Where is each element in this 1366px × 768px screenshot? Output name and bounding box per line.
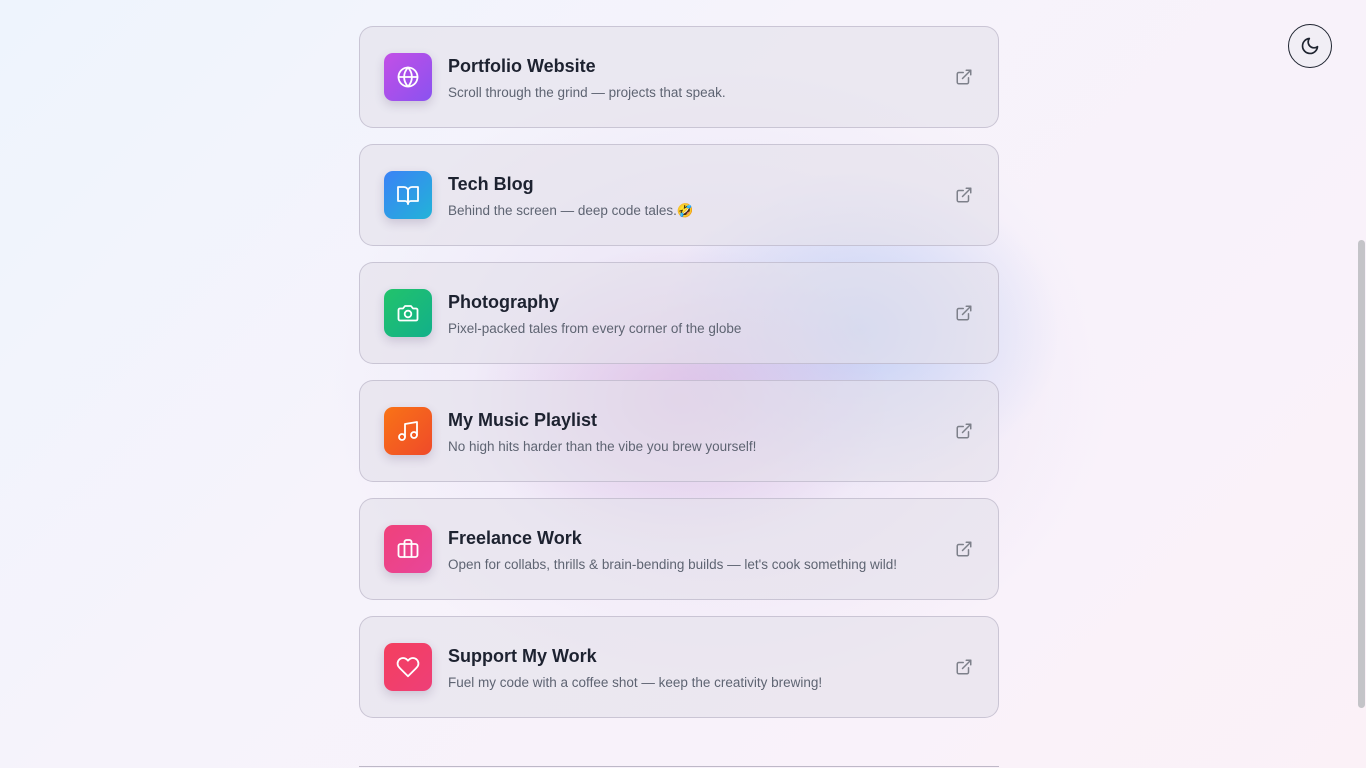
link-card-music-playlist[interactable]: My Music Playlist No high hits harder th… — [359, 380, 999, 482]
link-card-title: Freelance Work — [448, 528, 582, 548]
link-list: Portfolio Website Scroll through the gri… — [359, 26, 999, 734]
link-card-portfolio-website[interactable]: Portfolio Website Scroll through the gri… — [359, 26, 999, 128]
link-card-title: My Music Playlist — [448, 410, 598, 430]
link-card-description: Fuel my code with a coffee shot — keep t… — [448, 675, 823, 690]
moon-icon — [1300, 36, 1320, 56]
link-card-description: Pixel-packed tales from every corner of … — [448, 321, 742, 336]
link-card-photography[interactable]: Photography Pixel-packed tales from ever… — [359, 262, 999, 364]
scrollbar-thumb[interactable] — [1358, 240, 1365, 708]
external-link-icon[interactable] — [954, 421, 974, 441]
book-open-icon — [384, 171, 432, 219]
globe-icon — [384, 53, 432, 101]
external-link-icon[interactable] — [954, 657, 974, 677]
link-card-freelance-work[interactable]: Freelance Work Open for collabs, thrills… — [359, 498, 999, 600]
link-card-title: Support My Work — [448, 646, 597, 666]
link-card-description: Scroll through the grind — projects that… — [448, 85, 726, 100]
heart-icon — [384, 643, 432, 691]
theme-toggle-button[interactable] — [1288, 24, 1332, 68]
external-link-icon[interactable] — [954, 185, 974, 205]
link-card-tech-blog[interactable]: Tech Blog Behind the screen — deep code … — [359, 144, 999, 246]
external-link-icon[interactable] — [954, 303, 974, 323]
scrollbar[interactable] — [1357, 0, 1366, 768]
link-card-title: Tech Blog — [448, 174, 534, 194]
footer-divider — [359, 766, 999, 767]
link-card-support-my-work[interactable]: Support My Work Fuel my code with a coff… — [359, 616, 999, 718]
link-card-title: Photography — [448, 292, 559, 312]
link-card-description: Open for collabs, thrills & brain-bendin… — [448, 557, 898, 572]
camera-icon — [384, 289, 432, 337]
briefcase-icon — [384, 525, 432, 573]
link-card-title: Portfolio Website — [448, 56, 596, 76]
external-link-icon[interactable] — [954, 67, 974, 87]
link-card-description: Behind the screen — deep code tales.🤣 — [448, 203, 694, 218]
music-note-icon — [384, 407, 432, 455]
link-card-description: No high hits harder than the vibe you br… — [448, 439, 757, 454]
external-link-icon[interactable] — [954, 539, 974, 559]
